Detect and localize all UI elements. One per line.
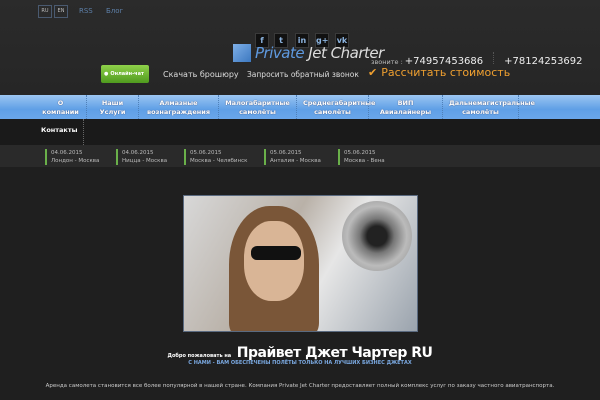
nav-light-jets[interactable]: Малогабаритные самолёты bbox=[219, 95, 297, 119]
logo[interactable]: Private Jet Charter bbox=[233, 44, 384, 62]
flight-item[interactable]: 04.06.2015 Ницца - Москва bbox=[116, 149, 167, 165]
welcome-subtitle: С НАМИ - ВАМ ОБЕСПЕЧЕНЫ ПОЛЁТЫ ТОЛЬКО НА… bbox=[188, 360, 412, 366]
flight-item[interactable]: 04.06.2015 Лондон - Москва bbox=[45, 149, 99, 165]
nav-midsize-jets[interactable]: Среднегабаритные самолёты bbox=[297, 95, 375, 119]
online-chat-button[interactable]: ● Онлайн-чат bbox=[101, 65, 149, 83]
nav-about[interactable]: О компании bbox=[35, 95, 87, 119]
download-brochure-link[interactable]: Скачать брошюру bbox=[163, 70, 239, 79]
flight-date: 05.06.2015 bbox=[190, 150, 222, 156]
request-callback-link[interactable]: Запросить обратный звонок bbox=[247, 70, 359, 79]
phone-spb[interactable]: +78124253692 bbox=[504, 56, 582, 67]
logo-plane-icon bbox=[233, 44, 251, 62]
nav-vip-airliners[interactable]: ВИП Авиалайнеры bbox=[369, 95, 443, 119]
jet-engine bbox=[342, 201, 412, 271]
nav-long-range-jets[interactable]: Дальнемагистральные самолёты bbox=[443, 95, 535, 119]
welcome-small: Добро пожаловать на bbox=[167, 353, 232, 359]
phones: звоните : +74957453686 +78124253692 bbox=[371, 52, 583, 67]
flight-route: Анталия - Москва bbox=[270, 158, 321, 164]
sunglasses bbox=[251, 246, 301, 260]
intro-paragraph: Аренда самолета становится все более поп… bbox=[45, 383, 555, 389]
nav-contacts[interactable]: Контакты bbox=[35, 119, 85, 145]
flight-route: Москва - Вена bbox=[344, 158, 385, 164]
lang-en[interactable]: EN bbox=[54, 5, 68, 18]
nav-diamond-rewards[interactable]: Алмазные вознаграждения bbox=[139, 95, 219, 119]
lang-ru[interactable]: RU bbox=[38, 5, 52, 18]
hero-image bbox=[183, 195, 418, 332]
flight-route: Ницца - Москва bbox=[122, 158, 168, 164]
welcome-heading: Добро пожаловать на Прайвет Джет Чартер … bbox=[0, 342, 600, 361]
logo-text-private: Private bbox=[255, 44, 305, 62]
chat-label: Онлайн-чат bbox=[110, 71, 144, 77]
flight-route: Лондон - Москва bbox=[51, 158, 100, 164]
welcome-big: Прайвет Джет Чартер RU bbox=[236, 345, 433, 361]
flight-date: 05.06.2015 bbox=[270, 150, 302, 156]
flight-date: 04.06.2015 bbox=[122, 150, 154, 156]
user-icon: ● bbox=[104, 71, 109, 77]
main-nav-row2: Контакты bbox=[0, 119, 600, 145]
flight-date: 05.06.2015 bbox=[344, 150, 376, 156]
calculate-cost-link[interactable]: ✔ Рассчитать стоимость bbox=[368, 66, 510, 79]
woman-face bbox=[244, 221, 304, 301]
phone-label: звоните : bbox=[371, 58, 403, 66]
flight-route: Москва - Челябинск bbox=[190, 158, 248, 164]
flight-item[interactable]: 05.06.2015 Москва - Челябинск bbox=[184, 149, 247, 165]
calc-label: Рассчитать стоимость bbox=[381, 66, 511, 79]
flight-item[interactable]: 05.06.2015 Москва - Вена bbox=[338, 149, 385, 165]
blog-link[interactable]: Блог bbox=[106, 7, 123, 15]
flight-item[interactable]: 05.06.2015 Анталия - Москва bbox=[264, 149, 321, 165]
flights-strip: 04.06.2015 Лондон - Москва 04.06.2015 Ницц… bbox=[0, 145, 600, 167]
nav-services[interactable]: Наши Услуги bbox=[87, 95, 139, 119]
rss-link[interactable]: RSS bbox=[79, 7, 93, 15]
main-nav: О компании Наши Услуги Алмазные вознагра… bbox=[0, 95, 600, 119]
checkmark-icon: ✔ bbox=[368, 66, 378, 79]
flight-date: 04.06.2015 bbox=[51, 150, 83, 156]
